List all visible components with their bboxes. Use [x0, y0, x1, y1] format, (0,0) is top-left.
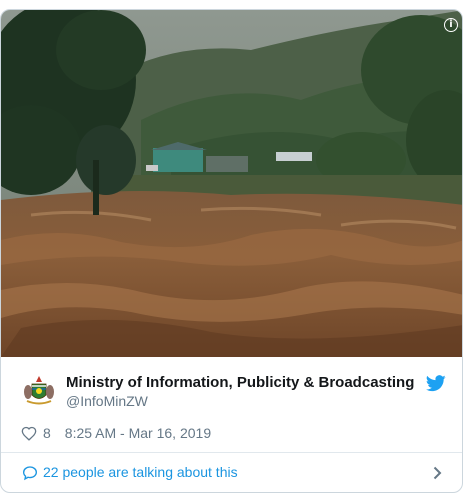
avatar[interactable]: [21, 373, 57, 409]
twitter-bird-icon[interactable]: [426, 375, 446, 392]
conversation-label[interactable]: 22 people are talking about this: [43, 464, 238, 480]
author-name[interactable]: Ministry of Information, Publicity & Bro…: [66, 374, 426, 391]
chevron-right-icon[interactable]: [433, 466, 442, 480]
flood-scene-image: [1, 10, 462, 357]
tweet-meta: 8 8:25 AM - Mar 16, 2019: [21, 423, 211, 443]
heart-icon[interactable]: [21, 426, 37, 441]
author-handle[interactable]: @InfoMinZW: [66, 393, 148, 409]
embedded-tweet-card[interactable]: i Ministry of Information, Publicity & B…: [0, 9, 463, 493]
conversation-link[interactable]: 22 people are talking about this: [1, 453, 462, 492]
coat-of-arms-logo: [21, 373, 57, 409]
tweet-author[interactable]: Ministry of Information, Publicity & Bro…: [1, 367, 462, 415]
like-count[interactable]: 8: [43, 425, 51, 441]
tweet-photo[interactable]: i: [1, 10, 462, 357]
tweet-timestamp[interactable]: 8:25 AM - Mar 16, 2019: [65, 425, 211, 441]
comment-icon: [22, 466, 38, 481]
info-icon[interactable]: i: [444, 18, 458, 32]
